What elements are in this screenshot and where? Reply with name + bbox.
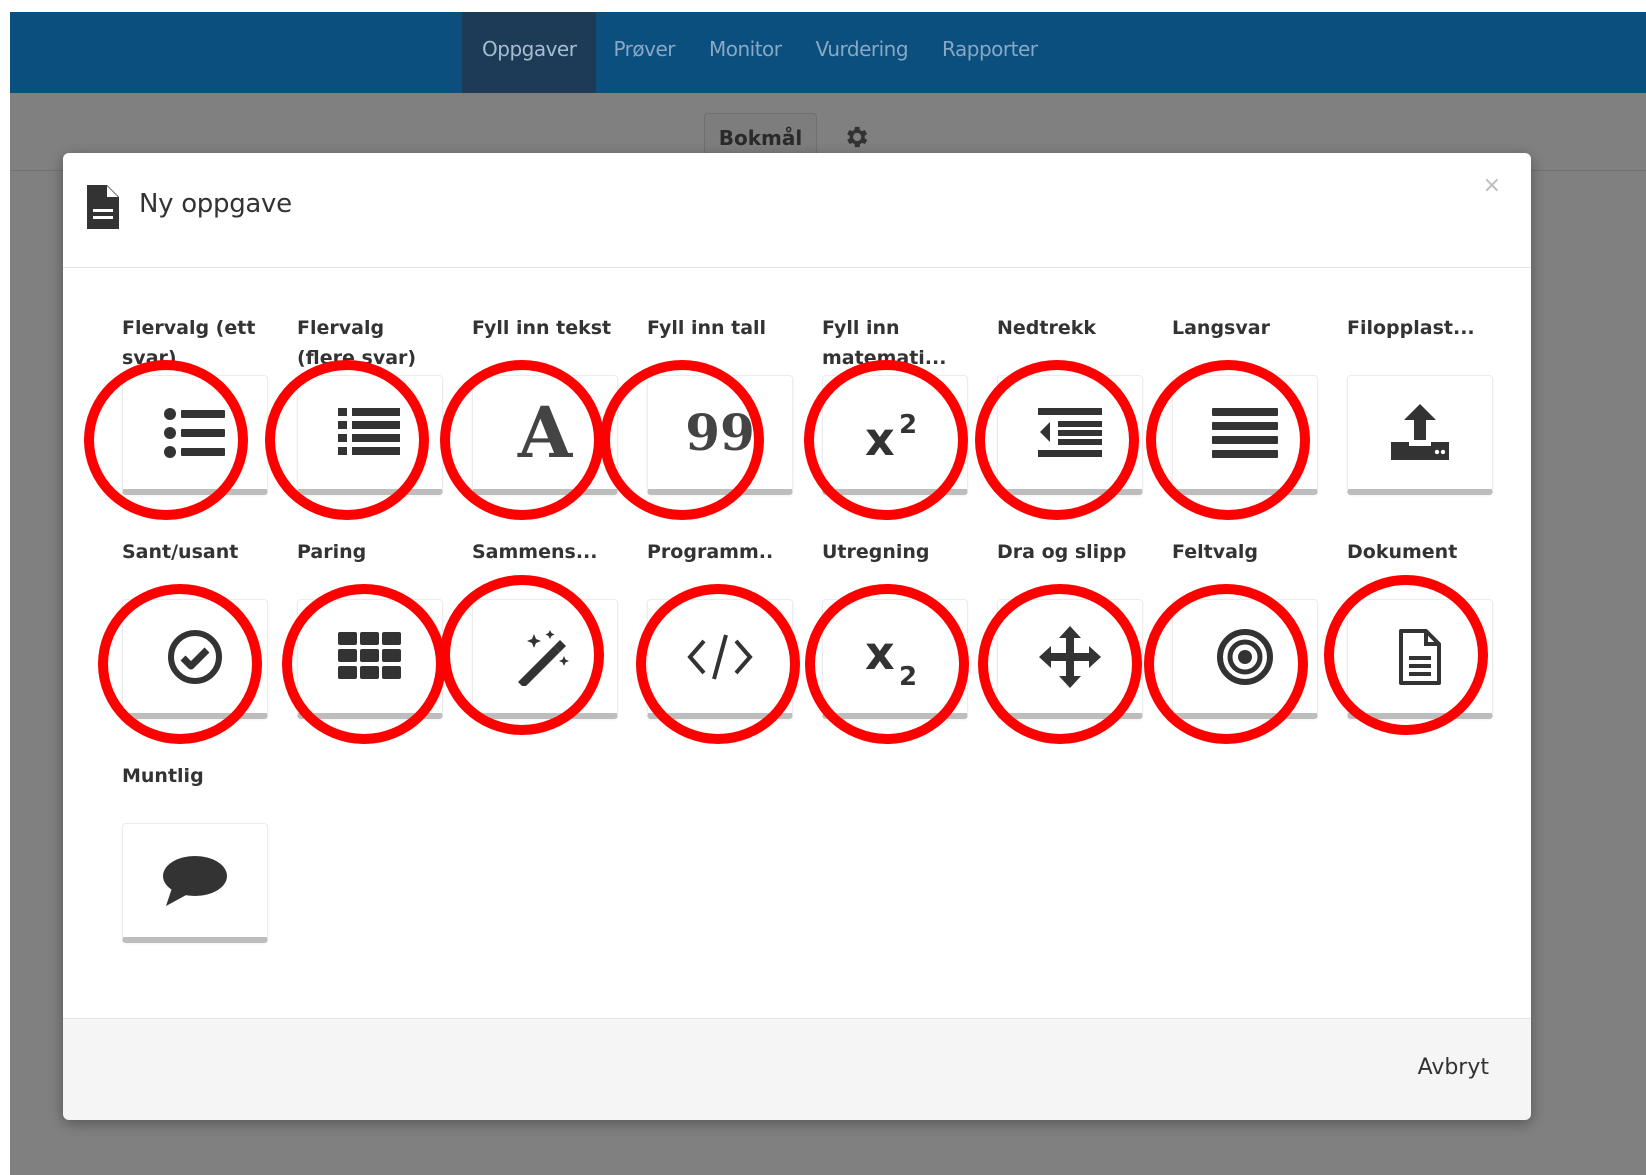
annotation-circle	[282, 584, 446, 744]
dialog-header: Ny oppgave ×	[63, 153, 1531, 268]
annotation-circle	[84, 360, 248, 520]
task-type-label: Muntlig	[122, 765, 204, 787]
file-icon	[87, 185, 119, 229]
annotation-circle	[440, 575, 604, 735]
task-type-button-filopplasting[interactable]	[1347, 375, 1493, 495]
nav-tab-prover[interactable]: Prøver	[596, 12, 692, 93]
task-type-tile: Muntlig	[122, 761, 272, 971]
annotation-circle	[1324, 575, 1488, 735]
nav-tab-monitor[interactable]: Monitor	[692, 12, 799, 93]
task-type-button-muntlig[interactable]	[122, 823, 268, 943]
nav-tab-oppgaver[interactable]: Oppgaver	[462, 12, 597, 93]
close-icon[interactable]: ×	[1483, 173, 1501, 198]
speech-bubble-icon	[163, 855, 227, 906]
nav-tab-rapporter[interactable]: Rapporter	[925, 12, 1054, 93]
annotation-circle	[1144, 584, 1308, 744]
annotation-circle	[1146, 360, 1310, 520]
annotation-circle	[636, 584, 800, 744]
annotation-circle	[978, 584, 1142, 744]
annotation-circle	[98, 584, 262, 744]
annotation-circle	[805, 584, 969, 744]
annotation-circle	[265, 360, 429, 520]
cancel-button[interactable]: Avbryt	[1418, 1055, 1489, 1080]
new-task-dialog: Ny oppgave × Flervalg (ett svar) Flerval…	[63, 153, 1531, 1120]
top-nav: Oppgaver Prøver Monitor Vurdering Rappor…	[10, 12, 1646, 93]
upload-icon	[1391, 403, 1449, 460]
annotation-circle	[975, 360, 1139, 520]
task-type-label: Filopplast...	[1347, 317, 1475, 339]
annotation-circle	[600, 360, 764, 520]
annotation-circle	[440, 360, 604, 520]
nav-tabs: Oppgaver Prøver Monitor Vurdering Rappor…	[462, 12, 1054, 93]
dialog-footer: Avbryt	[63, 1018, 1531, 1120]
nav-tab-vurdering[interactable]: Vurdering	[799, 12, 926, 93]
annotation-circle	[804, 360, 968, 520]
dialog-title: Ny oppgave	[139, 189, 292, 219]
task-type-tile: Filopplast...	[1347, 313, 1497, 523]
gear-icon[interactable]	[842, 123, 870, 151]
